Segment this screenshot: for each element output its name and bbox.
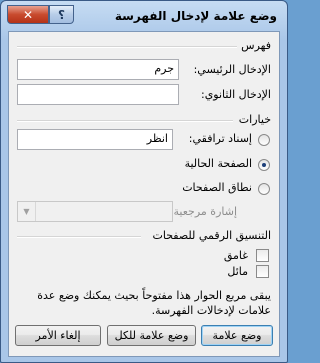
cross-reference-radio[interactable] [258,134,270,146]
cross-reference-label-text: إسناد ترافقي: [188,132,252,145]
bookmark-dropdown[interactable]: ▼ [17,201,173,222]
cross-reference-label: إسناد ترافقي: [189,132,252,145]
current-page-radio[interactable] [258,159,270,171]
options-group-title: خيارات [238,113,271,126]
cross-reference-input[interactable]: انظر [17,129,173,150]
help-button[interactable]: ؟ [49,5,74,24]
dialog-window: وضع علامة لإدخال الفهرسة ✕ ؟ فهرس الإدخا… [0,0,288,363]
bold-label: غامق [223,249,248,262]
main-entry-input[interactable]: جرم [17,59,179,80]
mark-button[interactable]: وضع علامة [201,325,273,346]
index-group-title: فهرس [241,39,271,52]
bookmark-label: إشارة مرجعية: [169,205,237,218]
title-bar[interactable]: وضع علامة لإدخال الفهرسة ✕ ؟ [1,1,287,31]
mark-all-button[interactable]: وضع علامة للكل [107,325,196,346]
page-range-radio[interactable] [258,183,270,195]
chevron-down-icon: ▼ [18,202,36,221]
italic-label: مائل [227,265,248,278]
format-group-title: التنسيق الرقمي للصفحات [152,229,271,242]
cancel-button[interactable]: إلغاء الأمر [15,325,101,346]
dialog-title: وضع علامة لإدخال الفهرسة [114,9,277,23]
italic-checkbox[interactable] [256,265,269,278]
current-page-label: الصفحة الحالية [184,157,252,170]
index-group-separator [17,46,237,48]
options-group-separator [17,120,233,122]
page-range-label: نطاق الصفحات [182,181,252,194]
main-entry-label: الإدخال الرئيسي: [193,63,271,76]
dialog-note: يبقى مربع الحوار هذا مفتوحاً بحيث يمكنك … [37,289,271,317]
bold-checkbox[interactable] [256,249,269,262]
close-icon: ✕ [22,7,34,22]
subentry-input[interactable] [17,84,179,105]
close-button[interactable]: ✕ [7,5,49,24]
subentry-label: الإدخال الثانوي: [200,88,271,101]
help-icon: ؟ [58,7,65,22]
dialog-body: فهرس الإدخال الرئيسي: جرم الإدخال الثانو… [8,31,280,357]
format-group-separator [17,236,141,238]
